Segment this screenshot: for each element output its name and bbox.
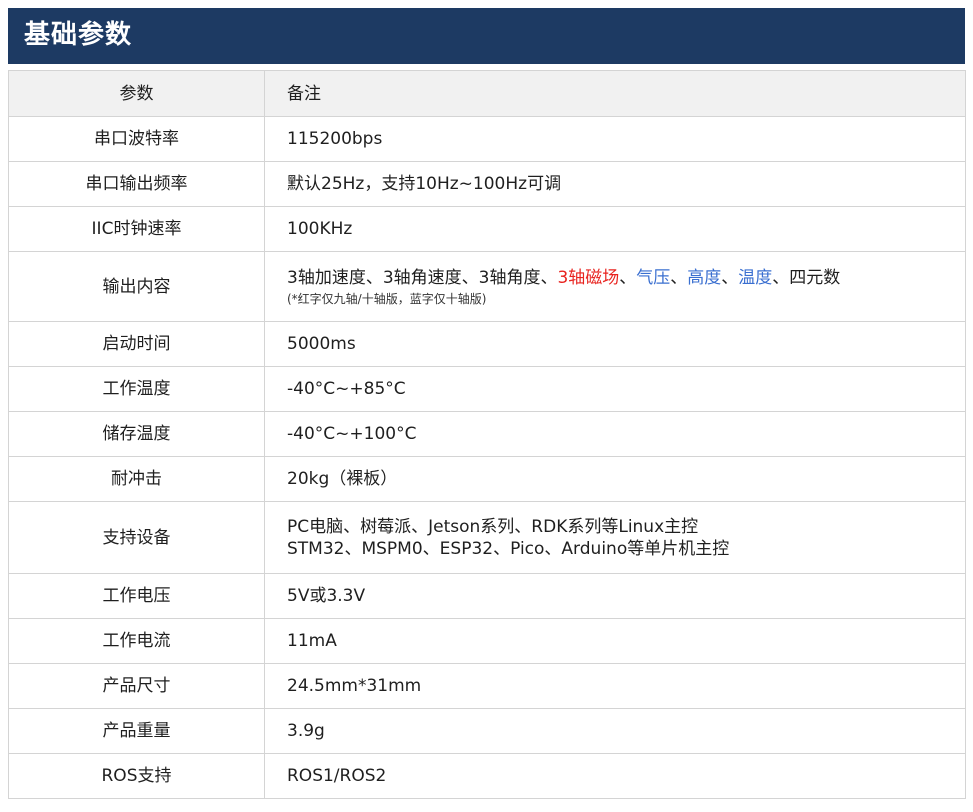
devices-line-1: PC电脑、树莓派、Jetson系列、RDK系列等Linux主控	[287, 516, 699, 537]
section-title: 基础参数	[24, 20, 133, 50]
param-value: -40°C~+85°C	[264, 366, 966, 412]
spec-page: 基础参数 参数 备注 串口波特率 115200bps 串口输出频率 默认25Hz…	[0, 0, 973, 812]
output-segment-blue: 温度	[738, 267, 773, 288]
table-row: 串口输出频率 默认25Hz，支持10Hz~100Hz可调	[8, 161, 966, 207]
table-row: 产品重量 3.9g	[8, 708, 966, 754]
param-name: 工作电压	[8, 573, 265, 619]
table-row: IIC时钟速率 100KHz	[8, 206, 966, 252]
param-value: 默认25Hz，支持10Hz~100Hz可调	[264, 161, 966, 207]
table-row: 工作温度 -40°C~+85°C	[8, 366, 966, 412]
param-name: 启动时间	[8, 321, 265, 367]
table-row: 工作电压 5V或3.3V	[8, 573, 966, 619]
param-name: 工作温度	[8, 366, 265, 412]
output-content-note: (*红字仅九轴/十轴版，蓝字仅十轴版)	[287, 291, 487, 306]
param-value: 5000ms	[264, 321, 966, 367]
table-row: 产品尺寸 24.5mm*31mm	[8, 663, 966, 709]
column-header-note: 备注	[264, 70, 966, 117]
param-value: 115200bps	[264, 116, 966, 162]
output-segment: 、	[721, 267, 739, 288]
table-row: 串口波特率 115200bps	[8, 116, 966, 162]
param-name: 产品尺寸	[8, 663, 265, 709]
param-value: -40°C~+100°C	[264, 411, 966, 457]
param-value: 11mA	[264, 618, 966, 664]
param-name: 储存温度	[8, 411, 265, 457]
devices-line-2: STM32、MSPM0、ESP32、Pico、Arduino等单片机主控	[287, 538, 730, 559]
output-segment-blue: 高度	[687, 267, 722, 288]
param-name: 串口波特率	[8, 116, 265, 162]
param-value-devices: PC电脑、树莓派、Jetson系列、RDK系列等Linux主控 STM32、MS…	[264, 501, 966, 574]
param-value: 3.9g	[264, 708, 966, 754]
param-name: 耐冲击	[8, 456, 265, 502]
param-name: IIC时钟速率	[8, 206, 265, 252]
param-value-output: 3轴加速度、3轴角速度、3轴角度、3轴磁场、气压、高度、温度、四元数 (*红字仅…	[264, 251, 966, 322]
param-value: ROS1/ROS2	[264, 753, 966, 799]
param-name: 输出内容	[8, 251, 265, 322]
section-header: 基础参数	[8, 8, 965, 64]
param-name: 支持设备	[8, 501, 265, 574]
column-header-param: 参数	[8, 70, 265, 117]
table-row: 输出内容 3轴加速度、3轴角速度、3轴角度、3轴磁场、气压、高度、温度、四元数 …	[8, 251, 966, 322]
table-row: ROS支持 ROS1/ROS2	[8, 753, 966, 799]
output-content-line: 3轴加速度、3轴角速度、3轴角度、3轴磁场、气压、高度、温度、四元数	[287, 267, 965, 289]
param-name: 工作电流	[8, 618, 265, 664]
param-value: 24.5mm*31mm	[264, 663, 966, 709]
table-header-row: 参数 备注	[8, 70, 966, 117]
output-segment: 、四元数	[772, 267, 841, 288]
table-row: 耐冲击 20kg（裸板）	[8, 456, 966, 502]
table-row: 工作电流 11mA	[8, 618, 966, 664]
output-segment: 、	[619, 267, 637, 288]
param-name: 产品重量	[8, 708, 265, 754]
param-value: 5V或3.3V	[264, 573, 966, 619]
param-value: 20kg（裸板）	[264, 456, 966, 502]
param-value: 100KHz	[264, 206, 966, 252]
table-row: 储存温度 -40°C~+100°C	[8, 411, 966, 457]
output-segment: 3轴加速度、3轴角速度、3轴角度、	[287, 267, 558, 288]
parameter-table: 参数 备注 串口波特率 115200bps 串口输出频率 默认25Hz，支持10…	[8, 70, 966, 799]
output-segment-blue: 气压	[636, 267, 671, 288]
param-name: ROS支持	[8, 753, 265, 799]
table-row: 启动时间 5000ms	[8, 321, 966, 367]
output-segment: 、	[670, 267, 688, 288]
output-segment-red: 3轴磁场	[557, 267, 620, 288]
param-name: 串口输出频率	[8, 161, 265, 207]
table-row: 支持设备 PC电脑、树莓派、Jetson系列、RDK系列等Linux主控 STM…	[8, 501, 966, 574]
